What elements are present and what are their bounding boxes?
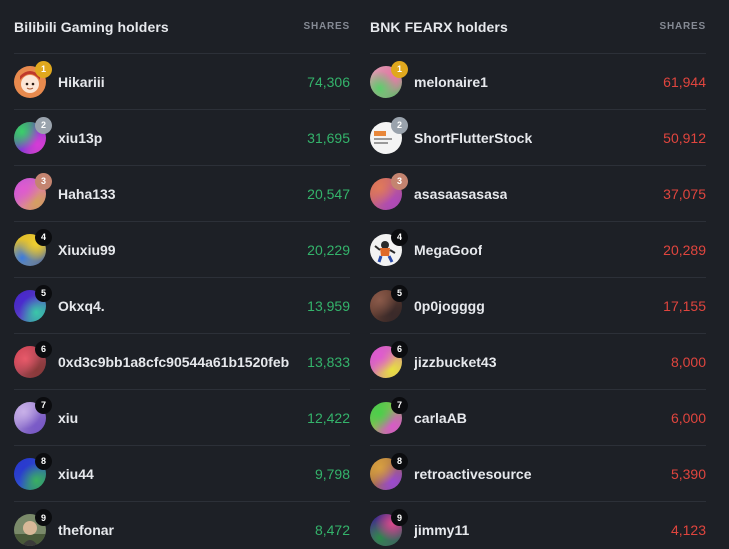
right-panel-title: BNK FEARX holders	[370, 18, 508, 35]
holder-row[interactable]: 9 thefonar 8,472	[14, 502, 350, 549]
rank-badge: 4	[391, 228, 408, 246]
holder-row[interactable]: 6 jizzbucket43 8,000	[370, 334, 706, 390]
holder-name[interactable]: 0p0jogggg	[414, 298, 485, 314]
holder-name[interactable]: jimmy11	[414, 522, 469, 538]
rank-badge: 4	[35, 228, 52, 246]
rank-badge: 2	[391, 116, 408, 134]
rank-badge: 3	[35, 172, 52, 190]
avatar[interactable]: 4	[370, 228, 408, 266]
left-shares-column-label: SHARES	[303, 21, 350, 32]
holder-row[interactable]: 7 xiu 12,422	[14, 390, 350, 446]
avatar[interactable]: 6	[14, 340, 52, 378]
avatar[interactable]: 9	[370, 509, 408, 546]
holder-name[interactable]: Haha133	[58, 186, 116, 202]
holder-row[interactable]: 5 0p0jogggg 17,155	[370, 278, 706, 334]
holder-row[interactable]: 3 asasaasasasa 37,075	[370, 166, 706, 222]
avatar[interactable]: 7	[370, 396, 408, 434]
avatar[interactable]: 8	[14, 452, 52, 490]
holder-row[interactable]: 4 MegaGoof 20,289	[370, 222, 706, 278]
avatar[interactable]: 9	[14, 509, 52, 546]
avatar[interactable]: 4	[14, 228, 52, 266]
holder-shares: 4,123	[670, 522, 706, 538]
rank-badge: 6	[391, 340, 408, 358]
holder-name[interactable]: MegaGoof	[414, 242, 482, 258]
right-holders-panel: BNK FEARX holders SHARES 1 melonaire1 61…	[370, 0, 706, 549]
left-panel-title: Bilibili Gaming holders	[14, 18, 169, 35]
holder-name[interactable]: 0xd3c9bb1a8cfc90544a61b1520feb	[58, 354, 289, 370]
holder-row[interactable]: 1 Hikariii 74,306	[14, 54, 350, 110]
avatar[interactable]: 7	[14, 396, 52, 434]
rank-badge: 9	[391, 509, 408, 526]
holder-shares: 37,075	[663, 185, 706, 202]
rank-badge: 7	[391, 396, 408, 414]
holder-shares: 13,833	[307, 353, 350, 370]
holder-name[interactable]: Okxq4.	[58, 298, 105, 314]
holder-shares: 20,547	[307, 185, 350, 202]
holder-shares: 17,155	[663, 297, 706, 314]
holder-shares: 5,390	[670, 465, 706, 482]
avatar[interactable]: 3	[14, 172, 52, 210]
holder-row[interactable]: 2 xiu13p 31,695	[14, 110, 350, 166]
avatar[interactable]: 5	[14, 284, 52, 322]
rank-badge: 2	[35, 116, 52, 134]
rank-badge: 5	[35, 284, 52, 302]
holder-row[interactable]: 2 ShortFlutterStock 50,912	[370, 110, 706, 166]
holder-name[interactable]: carlaAB	[414, 410, 467, 426]
rank-badge: 8	[391, 452, 408, 470]
left-holders-panel: Bilibili Gaming holders SHARES 1 Hikarii…	[14, 0, 350, 549]
holder-shares: 20,289	[663, 241, 706, 258]
holder-row[interactable]: 8 retroactivesource 5,390	[370, 446, 706, 502]
holder-name[interactable]: xiu44	[58, 466, 94, 482]
holder-name[interactable]: asasaasasasa	[414, 186, 507, 202]
holder-row[interactable]: 7 carlaAB 6,000	[370, 390, 706, 446]
holder-shares: 6,000	[670, 409, 706, 426]
avatar[interactable]: 6	[370, 340, 408, 378]
holders-comparison: Bilibili Gaming holders SHARES 1 Hikarii…	[0, 0, 729, 549]
holder-row[interactable]: 1 melonaire1 61,944	[370, 54, 706, 110]
holder-shares: 61,944	[663, 73, 706, 90]
holder-shares: 12,422	[307, 409, 350, 426]
rank-badge: 8	[35, 452, 52, 470]
holder-name[interactable]: ShortFlutterStock	[414, 130, 532, 146]
left-panel-header: Bilibili Gaming holders SHARES	[14, 0, 350, 54]
holder-shares: 31,695	[307, 129, 350, 146]
avatar[interactable]: 2	[370, 116, 408, 154]
avatar[interactable]: 1	[14, 60, 52, 98]
holder-row[interactable]: 8 xiu44 9,798	[14, 446, 350, 502]
holder-shares: 8,000	[670, 353, 706, 370]
holder-name[interactable]: Xiuxiu99	[58, 242, 116, 258]
right-shares-column-label: SHARES	[659, 21, 706, 32]
rank-badge: 1	[391, 60, 408, 78]
holder-name[interactable]: jizzbucket43	[414, 354, 496, 370]
holder-name[interactable]: Hikariii	[58, 74, 105, 90]
holder-shares: 9,798	[314, 465, 350, 482]
holder-name[interactable]: xiu13p	[58, 130, 102, 146]
holder-name[interactable]: melonaire1	[414, 74, 488, 90]
rank-badge: 1	[35, 60, 52, 78]
holder-row[interactable]: 3 Haha133 20,547	[14, 166, 350, 222]
avatar[interactable]: 5	[370, 284, 408, 322]
holder-row[interactable]: 6 0xd3c9bb1a8cfc90544a61b1520feb 13,833	[14, 334, 350, 390]
holder-shares: 13,959	[307, 297, 350, 314]
holder-name[interactable]: thefonar	[58, 522, 114, 538]
right-panel-header: BNK FEARX holders SHARES	[370, 0, 706, 54]
avatar[interactable]: 2	[14, 116, 52, 154]
avatar[interactable]: 3	[370, 172, 408, 210]
holder-shares: 74,306	[307, 73, 350, 90]
rank-badge: 7	[35, 396, 52, 414]
rank-badge: 9	[35, 509, 52, 526]
holder-shares: 20,229	[307, 241, 350, 258]
rank-badge: 5	[391, 284, 408, 302]
holder-row[interactable]: 4 Xiuxiu99 20,229	[14, 222, 350, 278]
holder-shares: 50,912	[663, 129, 706, 146]
holder-name[interactable]: retroactivesource	[414, 466, 532, 482]
holder-shares: 8,472	[314, 522, 350, 538]
holder-row[interactable]: 9 jimmy11 4,123	[370, 502, 706, 549]
rank-badge: 3	[391, 172, 408, 190]
holder-row[interactable]: 5 Okxq4. 13,959	[14, 278, 350, 334]
avatar[interactable]: 8	[370, 452, 408, 490]
rank-badge: 6	[35, 340, 52, 358]
holder-name[interactable]: xiu	[58, 410, 78, 426]
avatar[interactable]: 1	[370, 60, 408, 98]
